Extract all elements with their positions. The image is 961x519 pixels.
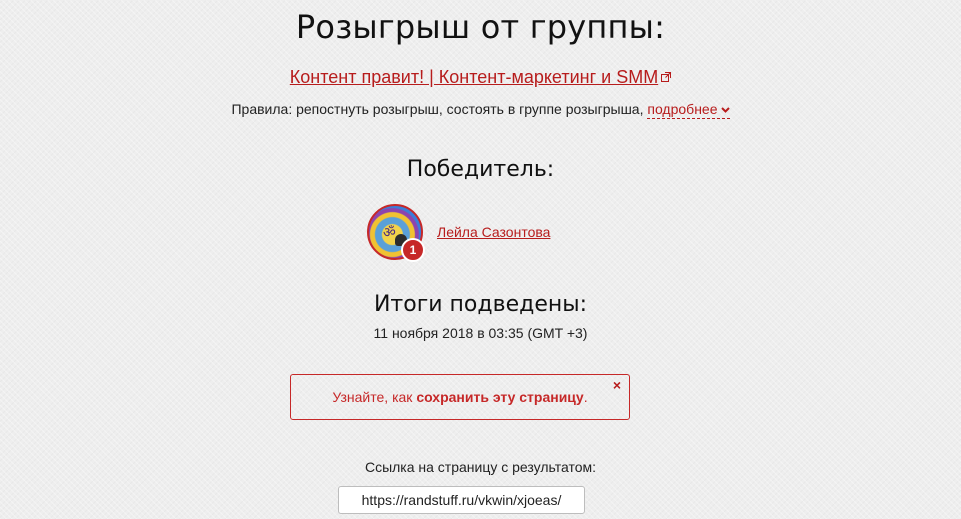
group-link-label: Контент правит! | Контент-маркетинг и SM… bbox=[289, 67, 659, 87]
notice-suffix: . bbox=[583, 389, 588, 405]
winner-avatar[interactable]: ॐ 1 bbox=[367, 204, 425, 262]
group-link-row: Контент правит! | Контент-маркетинг и SM… bbox=[0, 66, 961, 88]
chevron-down-icon bbox=[720, 100, 730, 116]
external-link-icon[interactable] bbox=[661, 66, 672, 82]
save-page-link[interactable]: сохранить эту страницу bbox=[416, 389, 583, 405]
result-link-label: Ссылка на страницу с результатом: bbox=[364, 459, 597, 475]
result-url-field[interactable] bbox=[338, 486, 585, 514]
page-title: Розыгрыш от группы: bbox=[295, 8, 666, 46]
more-details-link[interactable]: подробнее bbox=[647, 100, 730, 119]
winner-place-badge: 1 bbox=[401, 238, 425, 262]
rules-text: Правила: репостнуть розыгрыш, состоять в… bbox=[231, 101, 644, 117]
notice-prefix: Узнайте, как bbox=[332, 389, 417, 405]
rules-line: Правила: репостнуть розыгрыш, состоять в… bbox=[0, 100, 961, 119]
results-heading: Итоги подведены: bbox=[373, 292, 588, 317]
om-symbol-icon: ॐ bbox=[383, 225, 396, 241]
close-icon[interactable]: × bbox=[613, 378, 621, 392]
winner-row: ॐ 1 Лейла Сазонтова bbox=[367, 203, 550, 262]
winner-name-link[interactable]: Лейла Сазонтова bbox=[437, 224, 550, 240]
winner-heading: Победитель: bbox=[406, 157, 555, 182]
save-page-notice: Узнайте, как сохранить эту страницу. × bbox=[290, 374, 630, 420]
results-date: 11 ноября 2018 в 03:35 (GMT +3) bbox=[373, 325, 588, 341]
more-details-label: подробнее bbox=[647, 101, 718, 117]
group-link[interactable]: Контент правит! | Контент-маркетинг и SM… bbox=[290, 67, 658, 87]
